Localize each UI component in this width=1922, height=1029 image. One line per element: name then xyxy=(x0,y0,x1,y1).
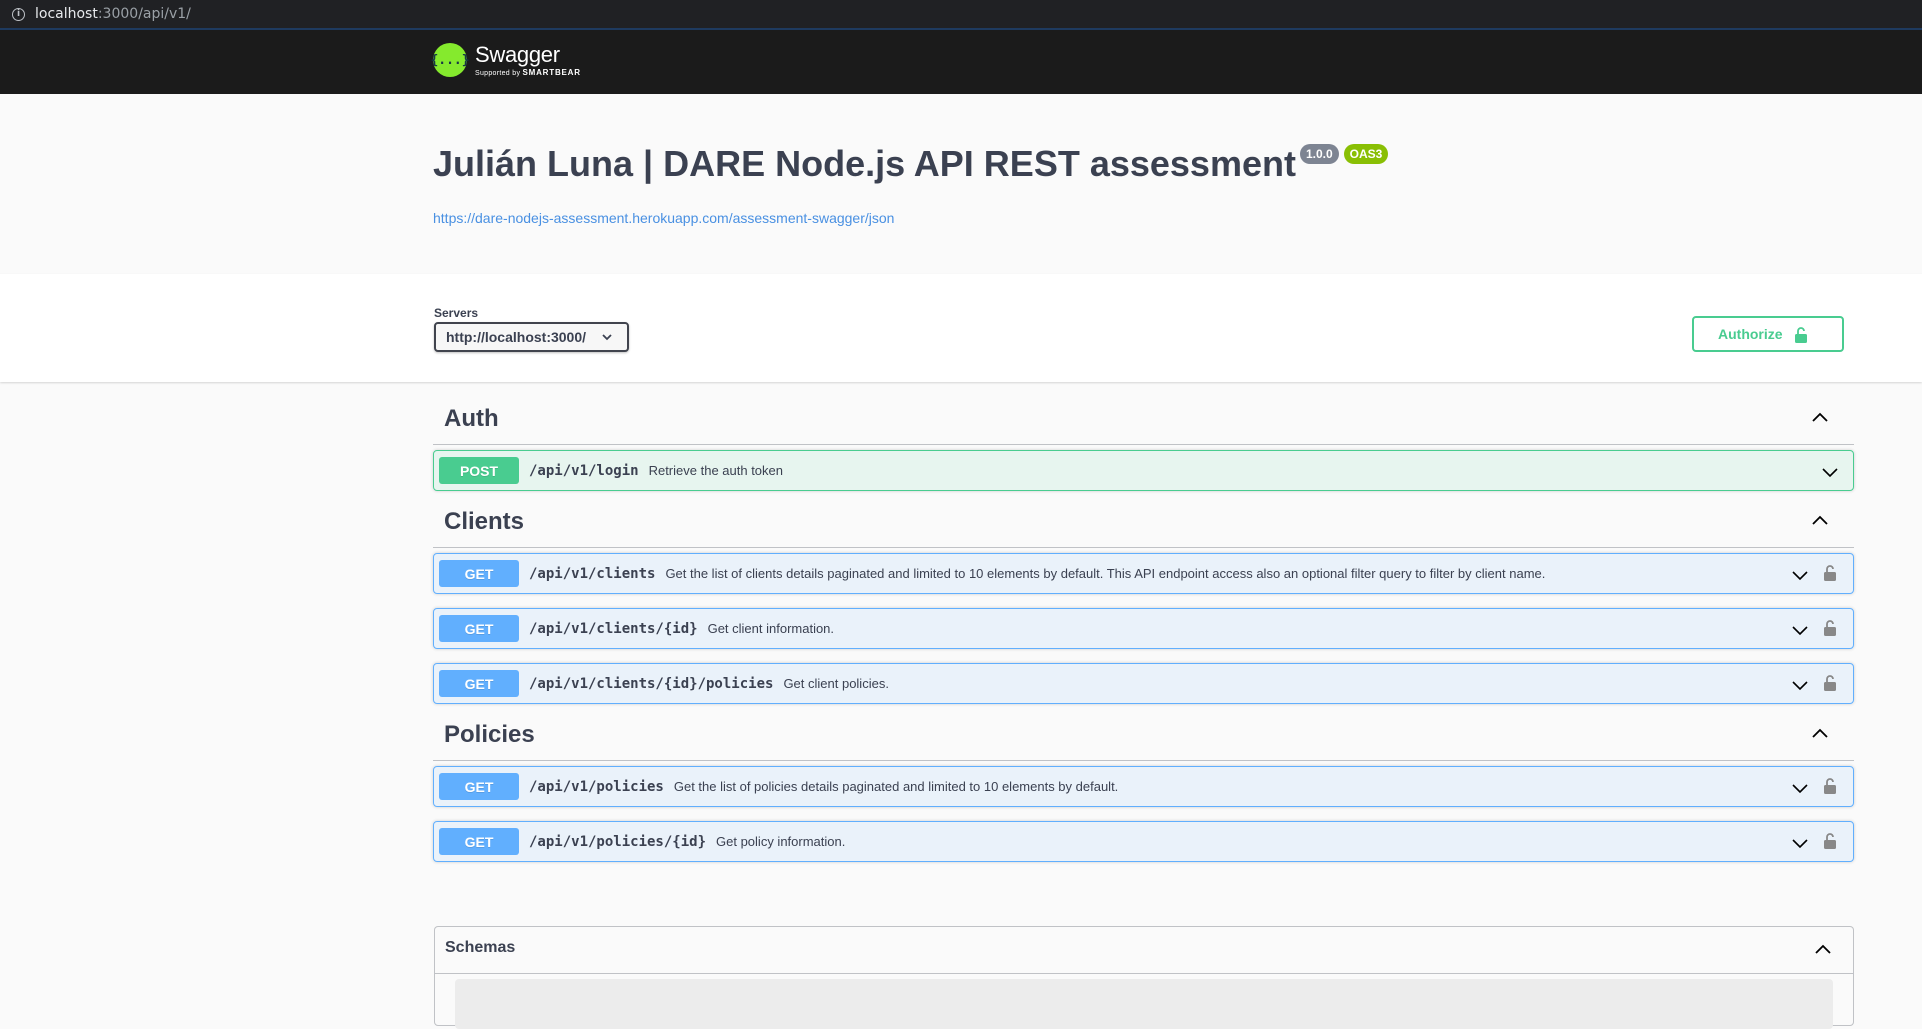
unlock-icon xyxy=(1795,327,1807,343)
operation-get-policy-by-id[interactable]: GET /api/v1/policies/{id} Get policy inf… xyxy=(433,821,1854,862)
version-badge: 1.0.0 xyxy=(1299,144,1339,164)
operation-summary: Get client policies. xyxy=(783,676,889,691)
chevron-up-icon[interactable] xyxy=(1813,940,1833,960)
tag-title: Clients xyxy=(444,508,525,535)
swagger-logo[interactable]: {...} Swagger Supported by SMARTBEAR xyxy=(430,42,581,77)
tag-clients[interactable]: Clients xyxy=(433,495,1854,548)
method-badge: GET xyxy=(439,615,519,642)
chevron-down-icon[interactable] xyxy=(1791,566,1809,584)
unlock-icon[interactable] xyxy=(1823,619,1837,637)
operation-path: /api/v1/login xyxy=(529,462,639,479)
operation-summary: Retrieve the auth token xyxy=(648,463,783,478)
servers-select[interactable]: http://localhost:3000/ xyxy=(434,322,629,352)
schema-model-box[interactable] xyxy=(455,979,1833,1029)
page-title: Julián Luna | DARE Node.js API REST asse… xyxy=(433,143,1296,184)
method-badge: GET xyxy=(439,560,519,587)
logo-name: Swagger xyxy=(475,42,560,67)
chevron-up-icon[interactable] xyxy=(1810,511,1830,531)
browser-address-bar[interactable]: i localhost:3000/api/v1/ xyxy=(0,0,1922,30)
chevron-down-icon[interactable] xyxy=(1791,779,1809,797)
unlock-icon[interactable] xyxy=(1823,777,1837,795)
tag-title: Auth xyxy=(444,405,499,432)
chevron-down-icon xyxy=(602,334,612,341)
schemas-title: Schemas xyxy=(445,939,516,956)
info-icon[interactable]: i xyxy=(12,7,25,21)
servers-selected-value: http://localhost:3000/ xyxy=(446,329,587,345)
operation-get-clients[interactable]: GET /api/v1/clients Get the list of clie… xyxy=(433,553,1854,594)
method-badge: GET xyxy=(439,670,519,697)
schemas-section: Schemas xyxy=(434,926,1854,1029)
chevron-down-icon[interactable] xyxy=(1791,676,1809,694)
tag-title: Policies xyxy=(444,721,535,748)
operation-get-client-by-id[interactable]: GET /api/v1/clients/{id} Get client info… xyxy=(433,608,1854,649)
oas-badge: OAS3 xyxy=(1343,144,1389,164)
logo-subtitle: Supported by SMARTBEAR xyxy=(475,68,581,77)
chevron-down-icon[interactable] xyxy=(1791,621,1809,639)
unlock-icon[interactable] xyxy=(1823,832,1837,850)
operation-post-login[interactable]: POST /api/v1/login Retrieve the auth tok… xyxy=(433,450,1854,491)
operation-path: /api/v1/clients/{id}/policies xyxy=(529,675,774,692)
chevron-down-icon[interactable] xyxy=(1791,834,1809,852)
operation-summary: Get the list of policies details paginat… xyxy=(673,779,1119,794)
operations-wrapper: Auth POST /api/v1/login Retrieve the aut… xyxy=(433,382,1854,862)
tag-auth[interactable]: Auth xyxy=(433,382,1854,445)
swagger-topbar: {...} Swagger Supported by SMARTBEAR xyxy=(0,30,1922,94)
operation-summary: Get the list of clients details paginate… xyxy=(665,566,1546,581)
unlock-icon[interactable] xyxy=(1823,674,1837,692)
schemas-header[interactable]: Schemas xyxy=(435,927,1853,974)
url-text[interactable]: localhost:3000/api/v1/ xyxy=(35,6,191,22)
spec-url-link[interactable]: https://dare-nodejs-assessment.herokuapp… xyxy=(433,210,1853,226)
url-path: :3000/api/v1/ xyxy=(97,6,191,22)
operation-summary: Get client information. xyxy=(707,621,835,636)
scheme-container: Servers http://localhost:3000/ Authorize xyxy=(0,274,1922,382)
chevron-up-icon[interactable] xyxy=(1810,408,1830,428)
unlock-icon[interactable] xyxy=(1823,564,1837,582)
chevron-up-icon[interactable] xyxy=(1810,724,1830,744)
operation-path: /api/v1/policies/{id} xyxy=(529,833,707,850)
chevron-down-icon[interactable] xyxy=(1821,463,1839,481)
operation-get-policies[interactable]: GET /api/v1/policies Get the list of pol… xyxy=(433,766,1854,807)
operation-path: /api/v1/clients/{id} xyxy=(529,620,698,637)
tag-policies[interactable]: Policies xyxy=(433,708,1854,761)
method-badge: GET xyxy=(439,773,519,800)
api-info: Julián Luna | DARE Node.js API REST asse… xyxy=(433,138,1853,226)
swagger-logo-icon: {...} xyxy=(430,43,470,77)
authorize-label: Authorize xyxy=(1718,326,1783,342)
servers-label: Servers xyxy=(434,306,479,320)
url-host: localhost xyxy=(35,6,98,22)
method-badge: GET xyxy=(439,828,519,855)
method-badge: POST xyxy=(439,457,519,484)
operation-get-client-policies[interactable]: GET /api/v1/clients/{id}/policies Get cl… xyxy=(433,663,1854,704)
operation-path: /api/v1/clients xyxy=(529,565,656,582)
operation-summary: Get policy information. xyxy=(716,834,846,849)
operation-path: /api/v1/policies xyxy=(529,778,664,795)
authorize-button[interactable]: Authorize xyxy=(1692,316,1844,352)
